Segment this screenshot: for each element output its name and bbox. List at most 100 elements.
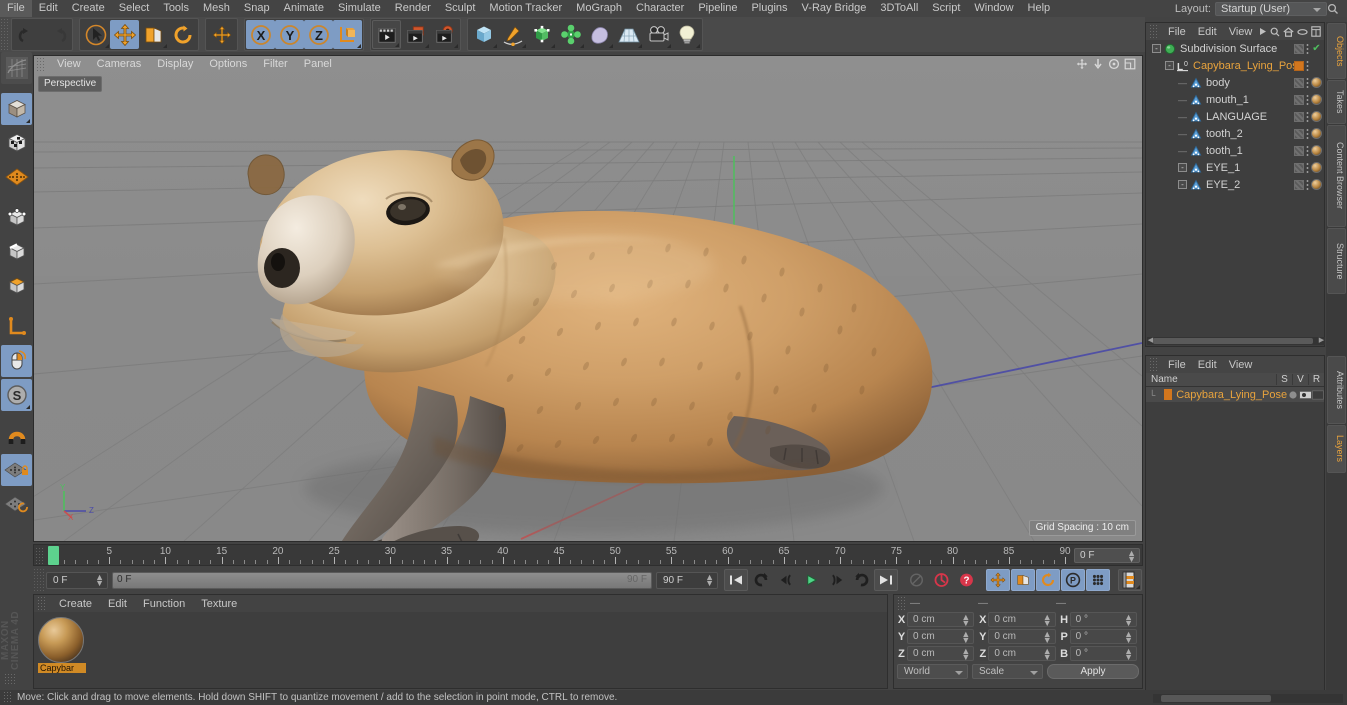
menu-item-3dtoall[interactable]: 3DToAll	[873, 0, 925, 17]
menu-item-plugins[interactable]: Plugins	[744, 0, 794, 17]
visibility-dots-icon[interactable]	[1306, 128, 1309, 139]
object-axis-mode-button[interactable]	[1, 311, 32, 343]
material-manager-drag-handle[interactable]	[37, 596, 46, 611]
viewport-menu-options[interactable]: Options	[201, 56, 255, 72]
menu-item-character[interactable]: Character	[629, 0, 691, 17]
timeline-frame-field[interactable]: 0 F ▲ ▼	[1074, 548, 1140, 564]
object-tree-row[interactable]: - Subdivision Surface ✔	[1146, 40, 1324, 57]
workplane-mode-button[interactable]	[1, 161, 32, 193]
material-tag-icon[interactable]	[1311, 179, 1322, 190]
render-view-button[interactable]	[372, 20, 401, 49]
transport-drag-handle[interactable]	[33, 568, 44, 592]
material-menu-function[interactable]: Function	[135, 598, 193, 610]
menu-item-snap[interactable]: Snap	[237, 0, 277, 17]
add-spline-button[interactable]	[498, 20, 527, 49]
menu-item-select[interactable]: Select	[112, 0, 157, 17]
object-tree-row[interactable]: — LANGUAGE	[1146, 108, 1324, 125]
rotation-b-field[interactable]: 0 ° ▲ ▼	[1069, 646, 1137, 662]
scale-tool-button[interactable]	[139, 20, 168, 49]
apply-button[interactable]: Apply	[1047, 663, 1139, 679]
position-y-field[interactable]: 0 cm ▲ ▼	[907, 629, 975, 645]
tree-expander-icon[interactable]: -	[1178, 180, 1187, 189]
tree-expander-icon[interactable]: -	[1152, 44, 1161, 53]
spinner-icon[interactable]: ▲ ▼	[1043, 630, 1052, 645]
soft-selection-button[interactable]: S	[1, 379, 32, 411]
menu-item-simulate[interactable]: Simulate	[331, 0, 388, 17]
add-generator-button[interactable]	[527, 20, 556, 49]
attribute-menu-file[interactable]: File	[1162, 359, 1192, 371]
play-forward-loop-button[interactable]	[849, 569, 873, 591]
play-button[interactable]	[799, 569, 823, 591]
menu-item-render[interactable]: Render	[388, 0, 438, 17]
material-item[interactable]: Capybar	[38, 617, 86, 673]
snap-magnet-button[interactable]	[1, 420, 32, 452]
menu-item-edit[interactable]: Edit	[32, 0, 65, 17]
add-light-button[interactable]	[672, 20, 701, 49]
ellipse-icon[interactable]	[1297, 28, 1308, 36]
visibility-tag-icon[interactable]	[1294, 77, 1304, 88]
move-tool-button[interactable]	[110, 20, 139, 49]
object-manager-drag-handle[interactable]	[1149, 24, 1158, 39]
object-manager-hscrollbar[interactable]: ◀ ▶	[1147, 337, 1325, 345]
size-z-field[interactable]: 0 cm ▲ ▼	[988, 646, 1056, 662]
visibility-dots-icon[interactable]	[1306, 111, 1309, 122]
tab-layers[interactable]: Layers	[1327, 425, 1346, 473]
world-axis-button[interactable]	[207, 20, 236, 49]
transform-mode-select[interactable]: Scale	[972, 663, 1043, 679]
viewport-solo-button[interactable]	[1, 345, 32, 377]
spinner-icon[interactable]: ▲ ▼	[961, 647, 970, 662]
viewport-menu-panel[interactable]: Panel	[296, 56, 340, 72]
object-menu-edit[interactable]: Edit	[1192, 26, 1223, 38]
menu-item-help[interactable]: Help	[1021, 0, 1058, 17]
record-active-objects-button[interactable]	[904, 569, 928, 591]
play-arrow-icon[interactable]	[1259, 27, 1267, 36]
spinner-icon[interactable]: ▲ ▼	[1043, 613, 1052, 628]
layer-tag-icon[interactable]	[1294, 60, 1304, 71]
menu-item-motion-tracker[interactable]: Motion Tracker	[482, 0, 569, 17]
object-tree-row[interactable]: — body	[1146, 74, 1324, 91]
spinner-icon[interactable]: ▲ ▼	[1124, 613, 1133, 628]
maximize-icon[interactable]	[1124, 58, 1136, 70]
record-parameter-button[interactable]	[1086, 569, 1110, 591]
pan-icon[interactable]	[1076, 58, 1088, 70]
attribute-manager-drag-handle[interactable]	[1149, 357, 1158, 372]
go-to-start-button[interactable]	[724, 569, 748, 591]
object-tree-row[interactable]: — mouth_1	[1146, 91, 1324, 108]
model-mode-button[interactable]	[1, 93, 32, 125]
tree-expander-icon[interactable]: -	[1178, 163, 1187, 172]
material-tag-icon[interactable]	[1311, 94, 1322, 105]
menu-item-file[interactable]: File	[0, 0, 32, 17]
viewport-menu-cameras[interactable]: Cameras	[89, 56, 150, 72]
perspective-viewport[interactable]: View Cameras Display Options Filter Pane…	[33, 55, 1143, 542]
add-floor-button[interactable]	[614, 20, 643, 49]
material-tag-icon[interactable]	[1311, 77, 1322, 88]
timeline-playhead[interactable]	[48, 546, 59, 565]
layout-select[interactable]: Startup (User)	[1215, 1, 1327, 16]
menu-item-create[interactable]: Create	[65, 0, 112, 17]
next-frame-button[interactable]	[824, 569, 848, 591]
dolly-icon[interactable]	[1092, 58, 1104, 70]
orbit-icon[interactable]	[1108, 58, 1120, 70]
tab-takes[interactable]: Takes	[1327, 80, 1346, 124]
visibility-tag-icon[interactable]	[1294, 43, 1304, 54]
size-x-field[interactable]: 0 cm ▲ ▼	[988, 612, 1056, 628]
visibility-tag-icon[interactable]	[1294, 111, 1304, 122]
make-editable-button[interactable]	[1, 52, 32, 84]
position-x-field[interactable]: 0 cm ▲ ▼	[907, 612, 975, 628]
coordinates-drag-handle[interactable]	[897, 596, 906, 610]
material-tag-icon[interactable]	[1311, 128, 1322, 139]
object-tree-row[interactable]: - EYE_1	[1146, 159, 1324, 176]
bottom-left-drag-handle[interactable]	[4, 673, 16, 685]
scroll-thumb[interactable]	[1161, 695, 1271, 702]
material-menu-texture[interactable]: Texture	[193, 598, 245, 610]
coordinate-system-select[interactable]: World	[897, 663, 968, 679]
undo-button[interactable]	[13, 20, 42, 49]
attribute-menu-edit[interactable]: Edit	[1192, 359, 1223, 371]
timeline-ruler[interactable]: 051015202530354045505560657075808590	[46, 545, 1071, 566]
redo-button[interactable]	[42, 20, 71, 49]
record-scale-button[interactable]	[1011, 569, 1035, 591]
coordinate-system-button[interactable]	[333, 20, 362, 49]
add-camera-button[interactable]	[643, 20, 672, 49]
visibility-dots-icon[interactable]	[1306, 179, 1309, 190]
menu-item-vray-bridge[interactable]: V-Ray Bridge	[795, 0, 874, 17]
